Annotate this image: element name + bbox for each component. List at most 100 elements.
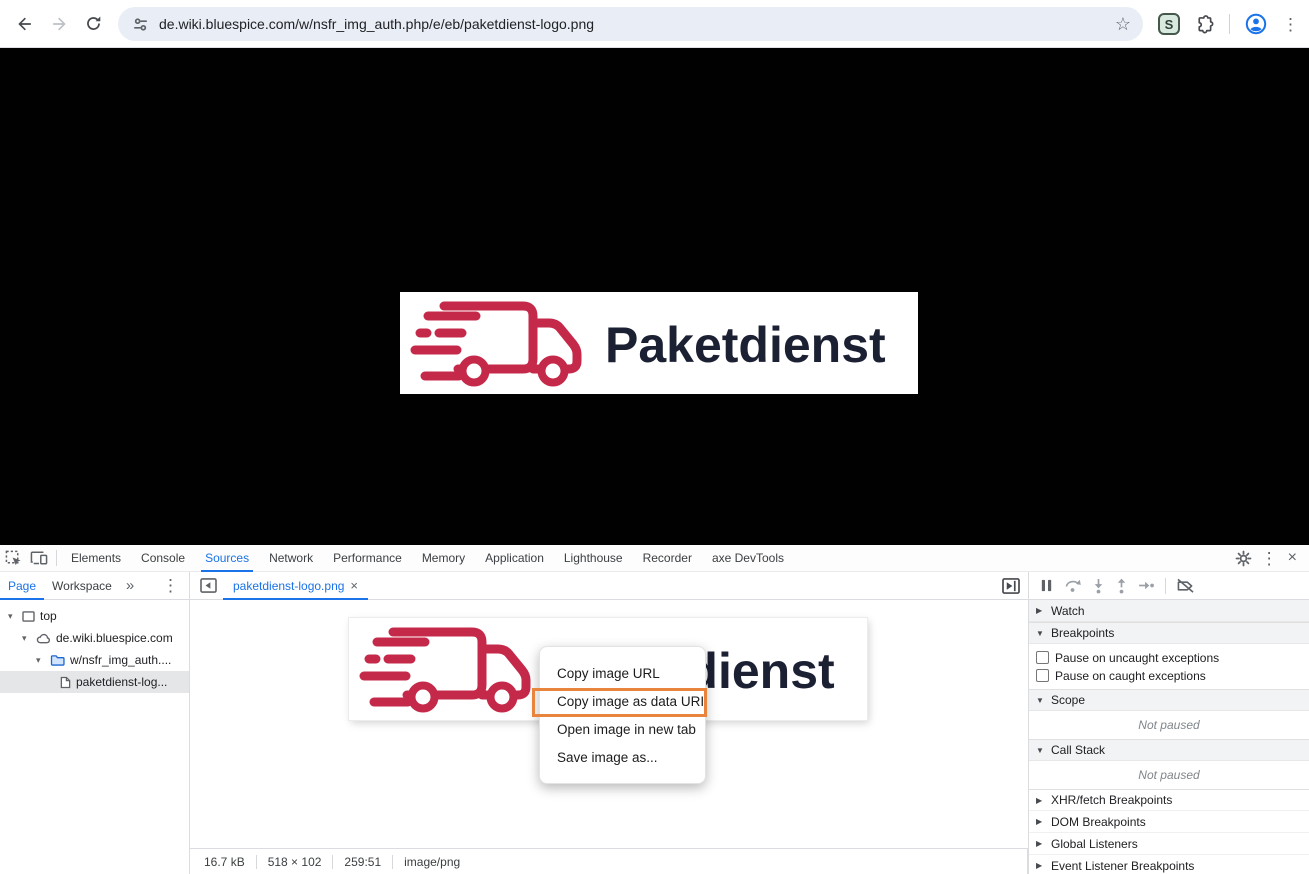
back-arrow-icon <box>15 14 35 34</box>
pause-uncaught-row[interactable]: Pause on uncaught exceptions <box>1029 647 1309 666</box>
tab-sources[interactable]: Sources <box>195 545 259 572</box>
automation-highlight-box <box>532 688 707 717</box>
step-over-icon[interactable] <box>1064 578 1082 593</box>
menu-item-save-image-as[interactable]: Save image as... <box>540 743 705 771</box>
extension-s-icon[interactable]: S <box>1158 13 1180 35</box>
image-dimensions: 518 × 102 <box>268 855 322 869</box>
section-label: Event Listener Breakpoints <box>1051 859 1194 873</box>
step-icon[interactable] <box>1138 579 1155 592</box>
url-text[interactable]: de.wiki.bluespice.com/w/nsfr_img_auth.ph… <box>159 16 1115 32</box>
browser-toolbar: de.wiki.bluespice.com/w/nsfr_img_auth.ph… <box>0 0 1309 48</box>
devtools-close-icon[interactable]: × <box>1282 549 1303 567</box>
tree-item-top[interactable]: ▾ top <box>0 605 189 627</box>
expanded-triangle-icon: ▼ <box>1036 629 1045 638</box>
section-global-listeners[interactable]: ▶ Global Listeners <box>1029 833 1309 855</box>
tab-memory[interactable]: Memory <box>412 545 475 572</box>
mime-type: image/png <box>404 855 460 869</box>
site-settings-icon <box>132 16 149 33</box>
section-event-listener-breakpoints[interactable]: ▶ Event Listener Breakpoints <box>1029 855 1309 874</box>
navigator-tab-page[interactable]: Page <box>0 572 44 600</box>
section-xhr-breakpoints[interactable]: ▶ XHR/fetch Breakpoints <box>1029 789 1309 811</box>
page-image-paketdienst-logo[interactable]: Paketdienst <box>400 292 918 394</box>
pause-script-icon[interactable] <box>1039 578 1054 593</box>
section-breakpoints[interactable]: ▼ Breakpoints <box>1029 622 1309 644</box>
menu-item-copy-image-url[interactable]: Copy image URL <box>540 659 705 687</box>
collapsed-triangle-icon: ▶ <box>1036 839 1045 848</box>
pause-uncaught-checkbox[interactable] <box>1036 651 1049 664</box>
deactivate-breakpoints-icon[interactable] <box>1176 578 1195 594</box>
navigator-kebab-icon[interactable]: ⋮ <box>162 577 189 594</box>
tab-recorder[interactable]: Recorder <box>633 545 702 572</box>
step-into-icon[interactable] <box>1092 578 1105 594</box>
browser-menu-kebab-icon[interactable]: ⋮ <box>1282 16 1299 33</box>
tree-item-domain[interactable]: ▾ de.wiki.bluespice.com <box>0 627 189 649</box>
sources-file-tree: ▾ top ▾ de.wiki.bluespice.com ▾ w/nsfr_i… <box>0 600 190 874</box>
page-viewport: Paketdienst <box>0 48 1309 545</box>
forward-button[interactable] <box>42 7 76 41</box>
tabbar-divider <box>56 550 57 566</box>
tab-elements[interactable]: Elements <box>61 545 131 572</box>
profile-avatar-icon[interactable] <box>1244 12 1268 36</box>
callstack-not-paused: Not paused <box>1029 761 1309 789</box>
file-tab-close-icon[interactable]: × <box>350 578 358 593</box>
section-dom-breakpoints[interactable]: ▶ DOM Breakpoints <box>1029 811 1309 833</box>
collapsed-triangle-icon: ▶ <box>1036 606 1045 615</box>
tab-axe-devtools[interactable]: axe DevTools <box>702 545 794 572</box>
hide-navigator-icon[interactable] <box>200 578 217 593</box>
folder-icon <box>50 654 65 666</box>
section-label: Global Listeners <box>1051 837 1138 851</box>
collapsed-triangle-icon: ▶ <box>1036 861 1045 870</box>
debugger-toolbar-divider <box>1165 578 1166 594</box>
pause-caught-row[interactable]: Pause on caught exceptions <box>1029 666 1309 685</box>
image-status-bar: 16.7 kB 518 × 102 259:51 image/png <box>190 848 1028 874</box>
section-label: DOM Breakpoints <box>1051 815 1146 829</box>
browser-window: de.wiki.bluespice.com/w/nsfr_img_auth.ph… <box>0 0 1309 874</box>
expanded-triangle-icon: ▼ <box>1036 696 1045 705</box>
checkbox-label: Pause on caught exceptions <box>1055 669 1206 683</box>
aspect-ratio: 259:51 <box>344 855 381 869</box>
inspect-element-icon[interactable] <box>0 545 26 571</box>
pause-caught-checkbox[interactable] <box>1036 669 1049 682</box>
extensions-puzzle-icon[interactable] <box>1194 14 1215 35</box>
paketdienst-truck-logo: Paketdienst <box>400 292 918 394</box>
navigator-tab-workspace[interactable]: Workspace <box>44 572 120 600</box>
back-button[interactable] <box>8 7 42 41</box>
tree-item-label: top <box>40 609 57 623</box>
tree-item-label: w/nsfr_img_auth.... <box>70 653 171 667</box>
devtools-settings-gear-icon[interactable] <box>1231 545 1257 571</box>
section-label: XHR/fetch Breakpoints <box>1051 793 1172 807</box>
tab-console[interactable]: Console <box>131 545 195 572</box>
tree-item-label: paketdienst-log... <box>76 675 167 689</box>
expanded-triangle-icon: ▼ <box>1036 746 1045 755</box>
file-tab-paketdienst-logo[interactable]: paketdienst-logo.png × <box>223 572 368 600</box>
section-watch[interactable]: ▶ Watch <box>1029 600 1309 622</box>
tree-item-file-selected[interactable]: paketdienst-log... <box>0 671 189 693</box>
toggle-debugger-sidebar-icon[interactable] <box>1002 578 1020 594</box>
tab-performance[interactable]: Performance <box>323 545 412 572</box>
reload-button[interactable] <box>76 7 110 41</box>
checkbox-label: Pause on uncaught exceptions <box>1055 651 1219 665</box>
tab-network[interactable]: Network <box>259 545 323 572</box>
collapsed-triangle-icon: ▶ <box>1036 796 1045 805</box>
devtools-menu-kebab-icon[interactable]: ⋮ <box>1261 550 1278 567</box>
step-out-icon[interactable] <box>1115 578 1128 594</box>
devtools-tabbar: Elements Console Sources Network Perform… <box>0 545 1309 572</box>
file-icon <box>60 676 71 689</box>
frame-icon <box>22 611 35 622</box>
expander-icon[interactable]: ▾ <box>22 633 31 644</box>
more-tabs-chevron-icon[interactable]: » <box>120 577 140 594</box>
cloud-icon <box>36 633 51 644</box>
expander-icon[interactable]: ▾ <box>8 611 17 622</box>
tab-application[interactable]: Application <box>475 545 554 572</box>
bookmark-star-icon[interactable]: ☆ <box>1115 15 1131 33</box>
section-call-stack[interactable]: ▼ Call Stack <box>1029 739 1309 761</box>
tab-lighthouse[interactable]: Lighthouse <box>554 545 633 572</box>
section-scope[interactable]: ▼ Scope <box>1029 689 1309 711</box>
expander-icon[interactable]: ▾ <box>36 655 45 666</box>
reload-icon <box>84 14 103 33</box>
menu-item-open-image-in-new-tab[interactable]: Open image in new tab <box>540 715 705 743</box>
device-toolbar-icon[interactable] <box>26 545 52 571</box>
debugger-sidebar: ▶ Watch ▼ Breakpoints Pause on uncaught … <box>1028 600 1309 874</box>
address-bar[interactable]: de.wiki.bluespice.com/w/nsfr_img_auth.ph… <box>118 7 1143 41</box>
tree-item-folder[interactable]: ▾ w/nsfr_img_auth.... <box>0 649 189 671</box>
